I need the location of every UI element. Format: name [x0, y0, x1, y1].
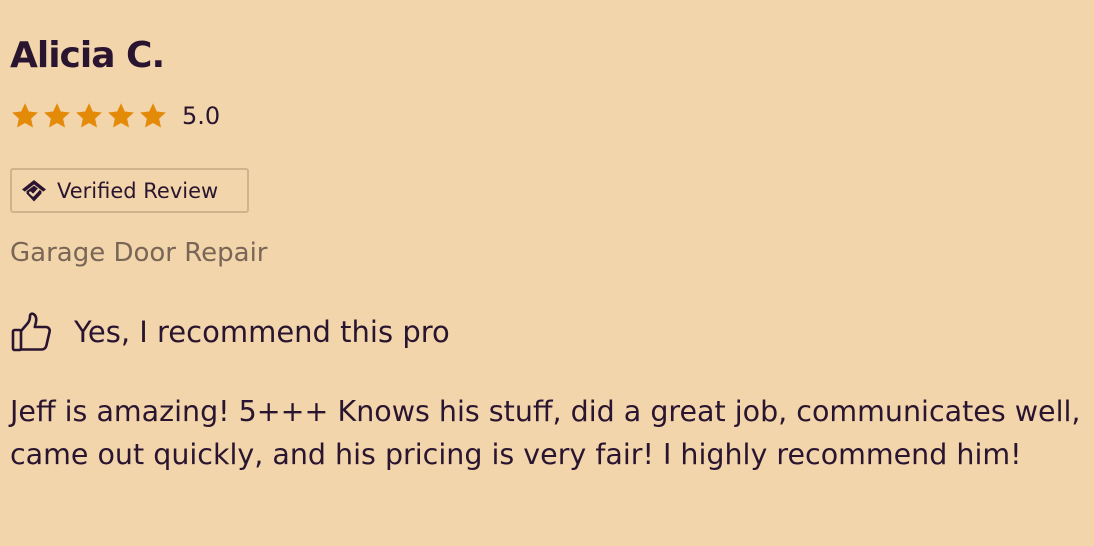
star-icon	[76, 103, 102, 128]
recommendation: Yes, I recommend this pro	[10, 308, 450, 356]
verified-review-badge: Verified Review	[10, 168, 249, 213]
verified-review-label: Verified Review	[57, 178, 219, 203]
star-icon	[140, 103, 166, 128]
star-icon	[12, 103, 38, 128]
star-icon	[108, 103, 134, 128]
review-text: Jeff is amazing! 5+++ Knows his stuff, d…	[10, 395, 1081, 471]
thumbs-up-icon	[11, 312, 52, 352]
star-icon	[44, 103, 70, 128]
review-card: Alicia C. 5.0 Verified Review Garage Doo…	[0, 0, 1094, 546]
recommendation-label: Yes, I recommend this pro	[74, 315, 450, 349]
star-rating	[10, 101, 168, 131]
rating-row: 5.0	[10, 98, 220, 134]
reviewer-name: Alicia C.	[10, 35, 165, 76]
service-name: Garage Door Repair	[10, 238, 268, 268]
rating-value: 5.0	[182, 102, 221, 130]
home-check-icon	[22, 179, 46, 201]
